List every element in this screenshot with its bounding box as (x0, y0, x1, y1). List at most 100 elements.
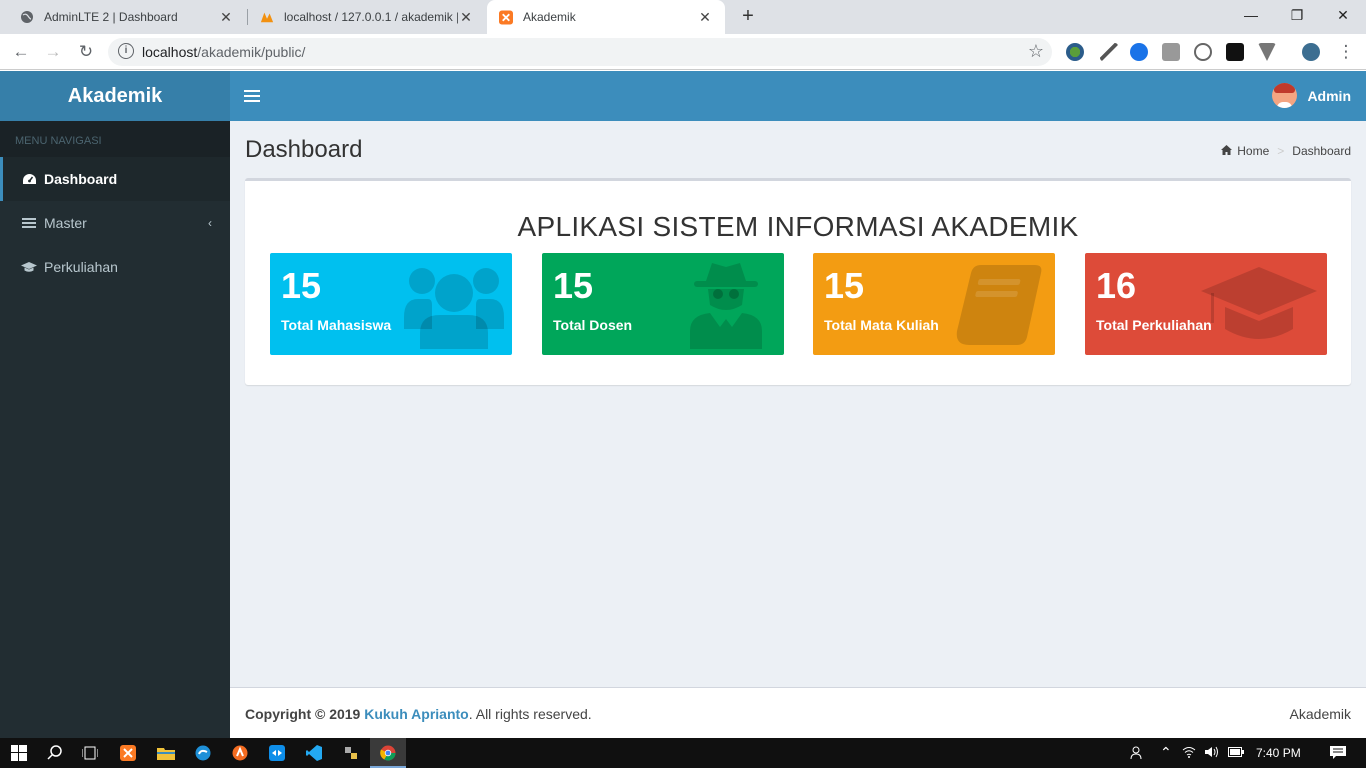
bookmark-star-icon[interactable]: ☆ (1028, 41, 1044, 62)
user-avatar (1272, 83, 1298, 108)
sidebar-item-label: Perkuliahan (44, 259, 118, 275)
users-icon (404, 268, 504, 349)
close-tab-icon[interactable]: ✕ (218, 9, 234, 26)
stat-box-mata-kuliah[interactable]: 15 Total Mata Kuliah (813, 253, 1055, 355)
close-tab-icon[interactable]: ✕ (697, 9, 713, 26)
top-navbar: Admin (230, 71, 1366, 121)
footer: Copyright © 2019 Kukuh Aprianto. All rig… (230, 687, 1366, 738)
brand-logo[interactable]: Akademik (0, 71, 230, 121)
close-tab-icon[interactable]: ✕ (458, 9, 474, 26)
footer-app-name: Akademik (1289, 706, 1351, 722)
graduation-cap-icon (21, 261, 37, 273)
chevron-up-icon[interactable]: ⌃ (1160, 744, 1172, 761)
sidebar-item-label: Dashboard (44, 171, 118, 187)
stat-label: Total Mahasiswa (281, 317, 392, 333)
browser-menu-icon[interactable]: ⋮ (1334, 40, 1358, 64)
breadcrumb-separator: > (1277, 144, 1285, 158)
avast-icon[interactable] (229, 742, 251, 764)
tab-title: Akademik (523, 10, 576, 24)
author-link[interactable]: Kukuh Aprianto (364, 706, 468, 722)
tab-title: localhost / 127.0.0.1 / akademik | (284, 10, 458, 24)
volume-icon[interactable] (1205, 746, 1219, 761)
breadcrumb: Home > Dashboard (1221, 144, 1351, 158)
stat-label: Total Mata Kuliah (824, 317, 939, 333)
stat-box-mahasiswa[interactable]: 15 Total Mahasiswa (270, 253, 512, 355)
extension-gray-icon[interactable] (1162, 43, 1180, 61)
extension-v-icon[interactable] (1258, 43, 1276, 61)
stat-box-perkuliahan[interactable]: 16 Total Perkuliahan (1085, 253, 1327, 355)
browser-tab-phpmyadmin[interactable]: localhost / 127.0.0.1 / akademik | ✕ (248, 0, 486, 34)
tab-title: AdminLTE 2 | Dashboard (44, 10, 178, 24)
extension-blue-icon[interactable] (1130, 43, 1148, 61)
address-bar[interactable]: i localhost/akademik/public/ ☆ (108, 38, 1052, 66)
stat-box-dosen[interactable]: 15 Total Dosen (542, 253, 784, 355)
globe-icon (20, 10, 34, 24)
action-center-icon[interactable] (1330, 746, 1346, 763)
network-tool-icon[interactable] (340, 742, 362, 764)
browser-tab-akademik[interactable]: Akademik ✕ (487, 0, 725, 34)
graduation-cap-icon (1201, 267, 1317, 339)
stat-value: 16 (1096, 265, 1137, 306)
browser-tab-adminlte[interactable]: AdminLTE 2 | Dashboard ✕ (8, 0, 246, 34)
user-menu[interactable]: Admin (1272, 83, 1351, 108)
sidebar: MENU NAVIGASI Dashboard Master ‹ Perkuli… (0, 121, 230, 738)
app-root: Akademik Admin MENU NAVIGASI Dashboard M… (0, 71, 1366, 738)
dashboard-icon (21, 173, 37, 186)
reload-button[interactable]: ↻ (74, 40, 98, 64)
forward-button[interactable]: → (41, 40, 65, 64)
breadcrumb-home-link[interactable]: Home (1237, 144, 1269, 158)
clock-text[interactable]: 7:40 PM (1256, 746, 1301, 760)
restore-button[interactable]: ❐ (1274, 0, 1320, 30)
xampp-icon (499, 10, 513, 24)
menu-header: MENU NAVIGASI (0, 121, 230, 157)
bars-icon (21, 217, 37, 229)
page-title: Dashboard (245, 136, 363, 163)
extension-globe-icon[interactable] (1066, 43, 1084, 61)
vscode-icon[interactable] (303, 742, 325, 764)
browser-tab-strip: AdminLTE 2 | Dashboard ✕ localhost / 127… (0, 0, 1366, 34)
user-name: Admin (1307, 87, 1351, 104)
user-secret-icon (690, 263, 762, 349)
close-window-button[interactable]: ✕ (1320, 0, 1366, 30)
stat-value: 15 (824, 265, 865, 306)
profile-avatar-icon[interactable] (1302, 43, 1320, 61)
stat-label: Total Dosen (553, 317, 633, 333)
home-icon (1221, 144, 1233, 158)
search-icon[interactable] (44, 742, 66, 764)
xampp-taskbar-icon[interactable] (117, 742, 139, 764)
task-view-icon[interactable] (79, 742, 101, 764)
chrome-icon[interactable] (377, 742, 399, 764)
teamviewer-icon[interactable] (266, 742, 288, 764)
file-explorer-icon[interactable] (155, 742, 177, 764)
extension-pen-icon[interactable] (1100, 43, 1118, 61)
book-icon (956, 265, 1042, 345)
sidebar-item-perkuliahan[interactable]: Perkuliahan (0, 245, 230, 289)
copyright-text: Copyright © 2019 Kukuh Aprianto. All rig… (245, 706, 592, 722)
address-toolbar: ← → ↻ i localhost/akademik/public/ ☆ ⋮ (0, 34, 1366, 70)
edge-icon[interactable] (192, 742, 214, 764)
breadcrumb-current: Dashboard (1292, 144, 1351, 158)
battery-icon[interactable] (1228, 746, 1244, 760)
sidebar-item-master[interactable]: Master ‹ (0, 201, 230, 245)
dashboard-box: APLIKASI SISTEM INFORMASI AKADEMIK 15 To… (245, 178, 1351, 385)
wifi-icon[interactable] (1182, 746, 1196, 761)
extension-b-icon[interactable] (1226, 43, 1244, 61)
chevron-left-icon: ‹ (208, 216, 212, 230)
back-button[interactable]: ← (9, 40, 33, 64)
sidebar-toggle-icon[interactable] (244, 87, 260, 105)
minimize-button[interactable]: — (1228, 0, 1274, 30)
sidebar-item-dashboard[interactable]: Dashboard (0, 157, 230, 201)
info-icon[interactable]: i (118, 43, 134, 59)
stat-value: 15 (553, 265, 594, 306)
new-tab-button[interactable]: + (737, 5, 759, 27)
phpmyadmin-icon (260, 10, 274, 24)
stat-label: Total Perkuliahan (1096, 317, 1212, 333)
extension-code-icon[interactable] (1194, 43, 1212, 61)
box-title: APLIKASI SISTEM INFORMASI AKADEMIK (517, 211, 1079, 242)
stat-value: 15 (281, 265, 322, 306)
windows-taskbar: ⌃ 7:40 PM (0, 738, 1366, 768)
sidebar-item-label: Master (44, 215, 87, 231)
people-icon[interactable] (1130, 746, 1144, 763)
url-text: localhost/akademik/public/ (142, 44, 306, 60)
windows-start-icon[interactable] (8, 742, 30, 764)
